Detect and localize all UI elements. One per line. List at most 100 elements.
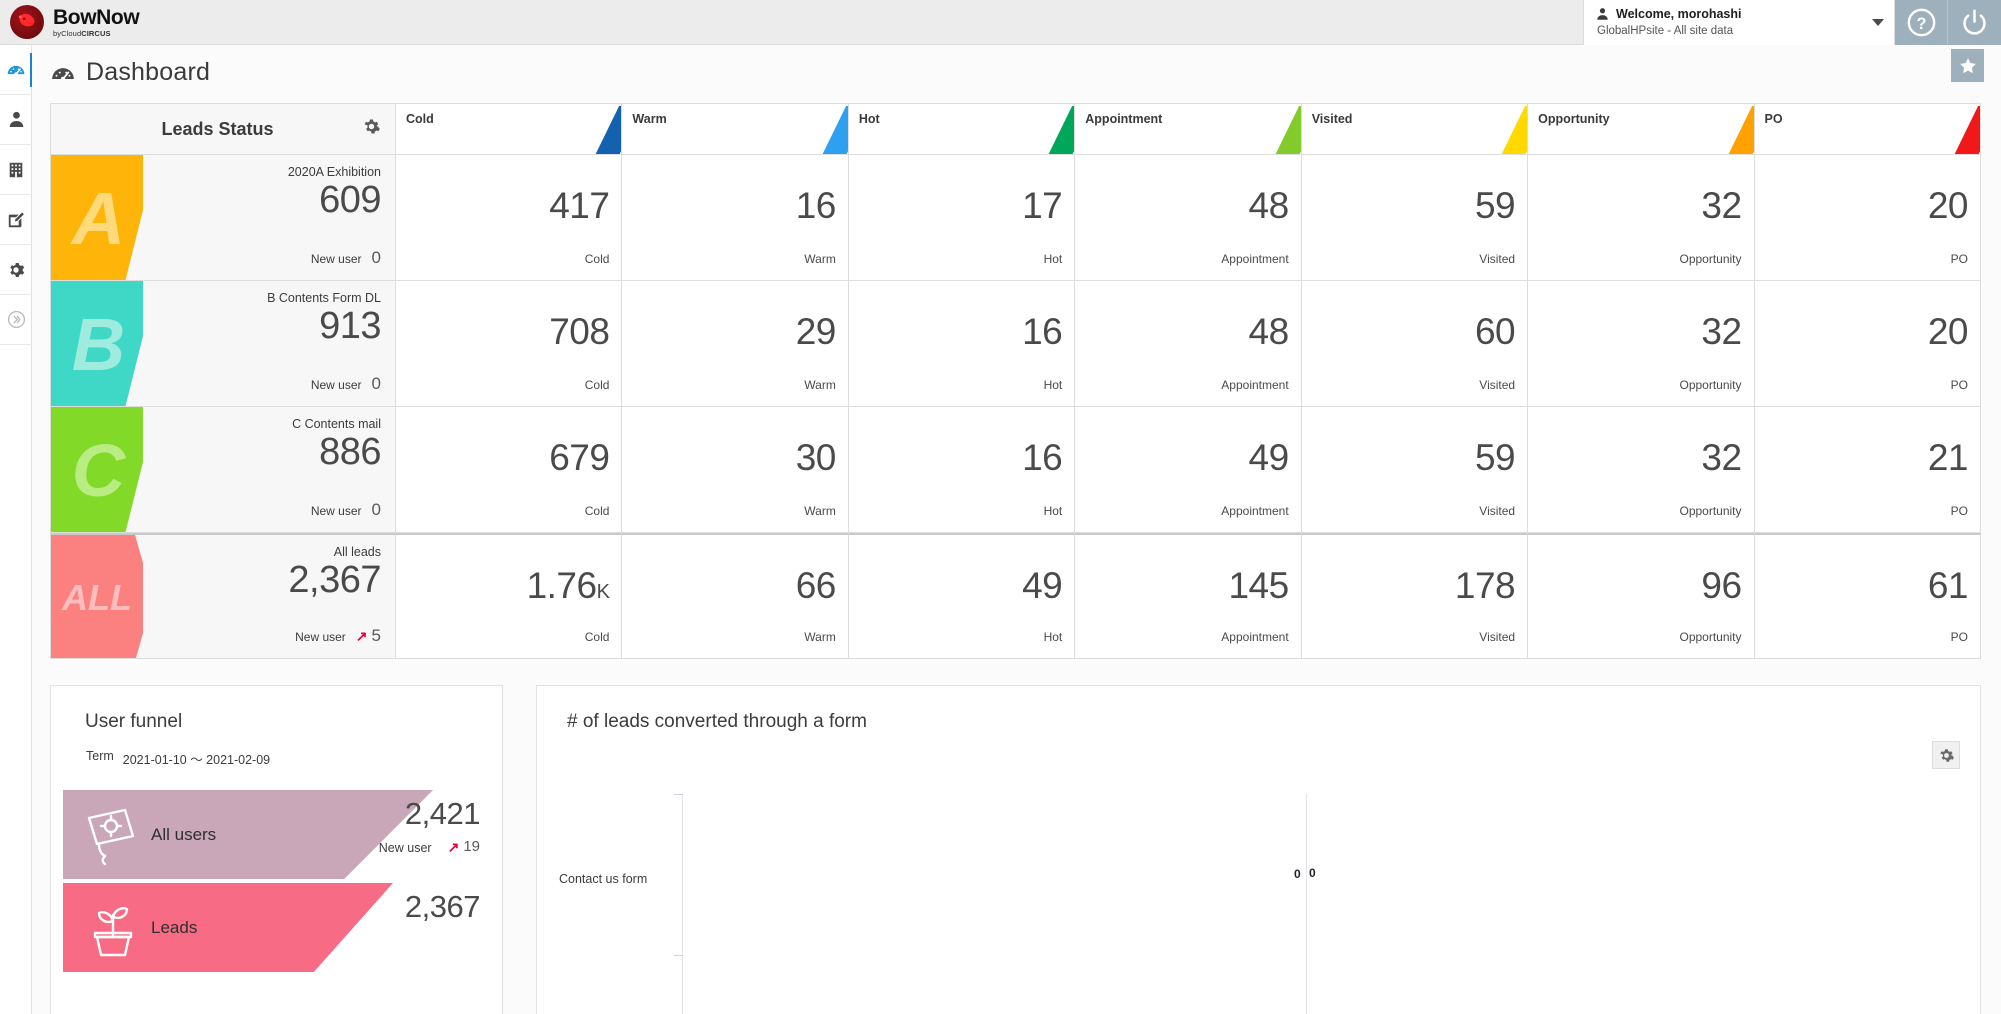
leads-value-cell[interactable]: 49 Hot: [848, 533, 1076, 659]
cell-value: 1.76K: [526, 565, 610, 606]
column-header-cold: Cold: [396, 103, 623, 155]
leads-value-cell[interactable]: 32 Opportunity: [1528, 281, 1755, 407]
cell-caption: PO: [1950, 252, 1968, 266]
leads-value-cell[interactable]: 417 Cold: [396, 155, 623, 281]
user-funnel-term: Term 2021-01-10 〜 2021-02-09: [51, 733, 502, 768]
chart-axis-tick: [674, 955, 683, 956]
leads-value-cell[interactable]: 16 Warm: [622, 155, 849, 281]
column-accent-stripe: [788, 104, 848, 154]
star-icon: [1959, 57, 1976, 73]
column-accent-stripe: [1014, 104, 1075, 154]
main-content: Dashboard Leads Status Cold Warm Hot App…: [32, 45, 2001, 1014]
sidebar-item-content[interactable]: [0, 195, 32, 245]
gear-icon: [364, 119, 380, 134]
sidebar-item-expand[interactable]: [0, 295, 32, 345]
funnel-bar: All users: [63, 790, 433, 879]
leads-value-cell[interactable]: 21 PO: [1754, 407, 1981, 533]
column-header-visited: Visited: [1301, 103, 1529, 155]
sidebar-item-settings[interactable]: [0, 245, 32, 295]
new-user-value: 0: [371, 500, 381, 519]
table-row[interactable]: C C Contents mail 886 New user 0 679 Cold 30 War…: [50, 407, 1981, 533]
cell-caption: Appointment: [1221, 252, 1289, 266]
person-icon: [1597, 8, 1608, 20]
leads-value-cell[interactable]: 708 Cold: [396, 281, 623, 407]
cell-value: 16: [1022, 311, 1063, 352]
cell-caption: Warm: [804, 504, 836, 518]
brand-logo[interactable]: BowNow byCloudCIRCUS: [0, 5, 140, 39]
leads-value-cell[interactable]: 32 Opportunity: [1528, 155, 1755, 281]
leads-value-cell[interactable]: 59 Visited: [1301, 407, 1529, 533]
leads-value-cell[interactable]: 1.76K Cold: [396, 533, 623, 659]
leads-row-title: C Contents mail: [292, 417, 381, 431]
column-label: Appointment: [1085, 112, 1163, 126]
leads-status-settings-button[interactable]: [362, 117, 381, 141]
sidebar-item-leads[interactable]: [0, 95, 32, 145]
cell-value: 48: [1248, 311, 1290, 352]
user-account-dropdown[interactable]: Welcome, morohashi GlobalHPsite - All si…: [1583, 0, 1895, 45]
cell-value: 60: [1474, 311, 1516, 352]
leads-value-cell[interactable]: 20 PO: [1754, 155, 1981, 281]
leads-value-cell[interactable]: 29 Warm: [622, 281, 849, 407]
cell-value: 29: [795, 311, 837, 352]
leads-value-cell[interactable]: 16 Hot: [848, 407, 1076, 533]
column-label: Cold: [406, 112, 434, 126]
cell-value: 145: [1228, 565, 1289, 606]
cell-caption: PO: [1950, 378, 1968, 392]
chevron-down-icon[interactable]: [1872, 18, 1884, 26]
table-row[interactable]: A 2020A Exhibition 609 New user 0 417 Cold 16 Wa…: [50, 155, 1981, 281]
leads-value-cell[interactable]: 49 Appointment: [1075, 407, 1302, 533]
question-mark-icon: ?: [1907, 8, 1935, 36]
logout-power-button[interactable]: [1948, 0, 2001, 45]
leads-value-cell[interactable]: 679 Cold: [396, 407, 623, 533]
column-label: Visited: [1311, 112, 1353, 126]
cell-caption: PO: [1950, 504, 1968, 518]
cell-value: 66: [795, 565, 837, 606]
cell-value: 59: [1474, 185, 1516, 226]
column-header-warm: Warm: [622, 103, 849, 155]
new-user-value: ↗ 5: [356, 626, 381, 646]
table-row[interactable]: B B Contents Form DL 913 New user 0 708 Cold 29…: [50, 281, 1981, 407]
leads-value-cell[interactable]: 30 Warm: [622, 407, 849, 533]
funnel-step[interactable]: All users 2,421 New user ↗ 19: [51, 790, 502, 883]
column-accent-stripe: [1694, 104, 1754, 154]
leads-value-cell[interactable]: 20 PO: [1754, 281, 1981, 407]
help-button[interactable]: ?: [1895, 0, 1948, 45]
leads-row-label-cell: B B Contents Form DL 913 New user 0: [50, 281, 396, 407]
leads-value-cell[interactable]: 48 Appointment: [1075, 281, 1302, 407]
building-icon: [9, 162, 23, 177]
cell-value: 49: [1248, 437, 1290, 478]
leads-value-cell[interactable]: 32 Opportunity: [1528, 407, 1755, 533]
cell-value: 16: [1022, 437, 1063, 478]
table-row[interactable]: ALL All leads 2,367 New user ↗ 5 1.76K Cold 66 Wa…: [50, 533, 1981, 659]
leads-value-cell[interactable]: 59 Visited: [1301, 155, 1529, 281]
leads-status-panel: Leads Status Cold Warm Hot Appointment V…: [50, 103, 1981, 659]
favorite-button[interactable]: [1951, 49, 1984, 82]
chart-title: # of leads converted through a form: [567, 711, 867, 732]
leads-status-header-row: Leads Status Cold Warm Hot Appointment V…: [50, 103, 1981, 155]
leads-value-cell[interactable]: 96 Opportunity: [1528, 533, 1755, 659]
funnel-step[interactable]: Leads 2,367: [51, 883, 502, 976]
leads-value-cell[interactable]: 178 Visited: [1301, 533, 1529, 659]
leads-value-cell[interactable]: 61 PO: [1754, 533, 1981, 659]
leads-value-cell[interactable]: 16 Hot: [848, 281, 1076, 407]
leads-value-cell[interactable]: 48 Appointment: [1075, 155, 1302, 281]
leads-value-cell[interactable]: 66 Warm: [622, 533, 849, 659]
leads-row-label-cell: A 2020A Exhibition 609 New user 0: [50, 155, 396, 281]
term-value: 2021-01-10 〜 2021-02-09: [122, 753, 271, 767]
leads-value-cell[interactable]: 60 Visited: [1301, 281, 1529, 407]
leads-status-title: Leads Status: [161, 118, 274, 139]
chart-value-label: 0: [1309, 866, 1316, 880]
sidebar-item-company[interactable]: [0, 145, 32, 195]
column-header-hot: Hot: [848, 103, 1076, 155]
leads-row-title: B Contents Form DL: [267, 291, 381, 305]
leads-status-title-cell: Leads Status: [50, 103, 396, 155]
leads-value-cell[interactable]: 17 Hot: [848, 155, 1076, 281]
cell-value: 679: [549, 437, 610, 478]
sidebar-item-dashboard[interactable]: [0, 45, 33, 95]
cell-value: 32: [1701, 311, 1742, 352]
speedometer-icon: [7, 65, 25, 76]
cell-caption: Cold: [584, 630, 610, 644]
funnel-step-label: Leads: [151, 917, 198, 937]
cell-caption: Visited: [1479, 378, 1516, 392]
leads-value-cell[interactable]: 145 Appointment: [1075, 533, 1302, 659]
